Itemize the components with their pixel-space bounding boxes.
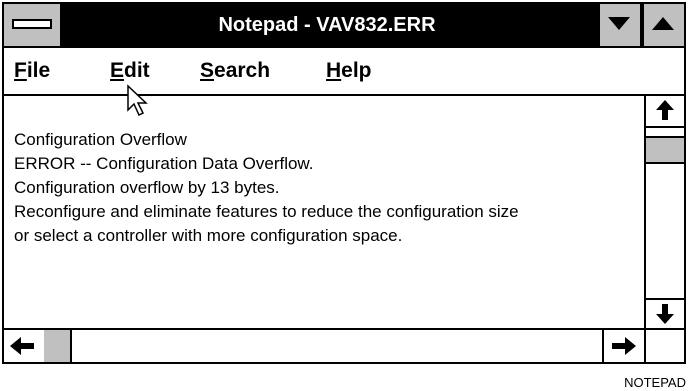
menu-help[interactable]: Help	[326, 48, 372, 94]
text-line: or select a controller with more configu…	[14, 226, 403, 245]
text-line: Configuration overflow by 13 bytes.	[14, 178, 280, 197]
menu-bar: File Edit Search Help	[4, 48, 684, 96]
vertical-scroll-thumb[interactable]	[646, 136, 684, 164]
minimize-button[interactable]	[598, 4, 640, 46]
menu-search[interactable]: Search	[200, 48, 270, 94]
menu-search-accel: S	[200, 59, 215, 82]
horizontal-scroll-thumb[interactable]	[44, 330, 72, 362]
menu-edit-accel: E	[110, 59, 125, 82]
menu-help-accel: H	[326, 59, 342, 82]
text-line: Reconfigure and eliminate features to re…	[14, 202, 519, 221]
menu-search-label: earch	[214, 59, 271, 82]
menu-file[interactable]: File	[14, 48, 50, 94]
mouse-pointer-icon	[127, 84, 148, 117]
triangle-up-icon	[652, 17, 674, 30]
maximize-button[interactable]	[642, 4, 684, 46]
notepad-window: Notepad - VAV832.ERR File Edit Search He…	[2, 2, 686, 364]
arrow-down-icon	[656, 304, 674, 324]
vertical-scrollbar[interactable]	[644, 96, 684, 330]
scrollbar-corner	[644, 328, 684, 362]
horizontal-scrollbar[interactable]	[4, 328, 644, 362]
scroll-right-button[interactable]	[602, 330, 644, 362]
menu-file-accel: F	[14, 59, 27, 82]
arrow-up-icon	[656, 100, 674, 120]
menu-edit-label: dit	[124, 59, 150, 82]
arrow-left-icon	[10, 337, 34, 355]
title-bar[interactable]: Notepad - VAV832.ERR	[4, 4, 684, 48]
system-menu-button[interactable]	[4, 4, 62, 46]
scroll-up-button[interactable]	[646, 96, 684, 128]
window-title: Notepad - VAV832.ERR	[218, 14, 436, 36]
text-line: Configuration Overflow	[14, 130, 187, 149]
menu-help-label: elp	[341, 59, 372, 82]
arrow-right-icon	[612, 337, 636, 355]
figure-caption: NOTEPAD	[624, 375, 686, 390]
scroll-left-button[interactable]	[4, 330, 46, 362]
scroll-down-button[interactable]	[646, 298, 684, 330]
triangle-down-icon	[608, 17, 630, 30]
text-line: ERROR -- Configuration Data Overflow.	[14, 154, 314, 173]
document-text-area[interactable]: Configuration Overflow ERROR -- Configura…	[4, 96, 644, 330]
menu-file-label: ile	[26, 59, 51, 82]
system-menu-bar-icon	[12, 19, 52, 29]
